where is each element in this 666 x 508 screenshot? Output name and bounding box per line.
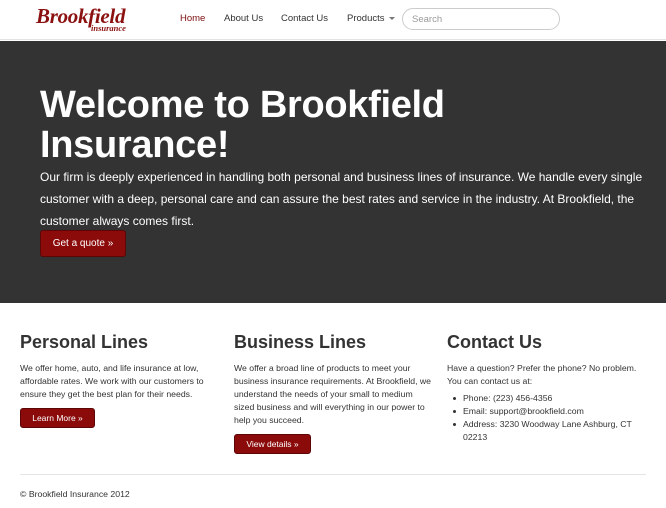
nav-item-contact-us[interactable]: Contact Us: [281, 12, 328, 26]
contact-us-text: Have a question? Prefer the phone? No pr…: [447, 363, 637, 386]
nav-item-products-label: Products: [347, 13, 385, 24]
view-details-button[interactable]: View details »: [234, 434, 311, 454]
brand-tagline: insurance: [91, 23, 126, 33]
brand-logo[interactable]: Brookfield insurance: [36, 5, 136, 35]
top-navbar: Brookfield insurance Home About Us Conta…: [0, 0, 666, 40]
personal-lines-section: Personal Lines We offer home, auto, and …: [20, 330, 220, 401]
get-quote-button[interactable]: Get a quote »: [40, 230, 126, 257]
contact-phone: Phone: (223) 456-4356: [447, 392, 647, 405]
business-lines-text: We offer a broad line of products to mee…: [234, 363, 432, 425]
business-lines-section: Business Lines We offer a broad line of …: [234, 330, 434, 427]
personal-lines-text: We offer home, auto, and life insurance …: [20, 363, 204, 399]
business-lines-title: Business Lines: [234, 332, 367, 352]
contact-us-title: Contact Us: [447, 332, 543, 352]
nav-item-products[interactable]: Products: [347, 12, 395, 26]
contact-list: Phone: (223) 456-4356 Email: support@bro…: [447, 392, 647, 444]
contact-us-section: Contact Us Have a question? Prefer the p…: [447, 330, 647, 444]
contact-address: Address: 3230 Woodway Lane Ashburg, CT 0…: [447, 418, 647, 444]
learn-more-button[interactable]: Learn More »: [20, 408, 95, 428]
personal-lines-title: Personal Lines: [20, 332, 149, 352]
nav-item-about-us[interactable]: About Us: [224, 12, 263, 26]
hero-banner: Welcome to Brookfield Insurance! Our fir…: [0, 41, 666, 303]
hero-title: Welcome to Brookfield Insurance!: [40, 84, 445, 166]
search-input[interactable]: [402, 8, 560, 30]
nav-item-home[interactable]: Home: [180, 12, 205, 26]
hero-text: Our firm is deeply experienced in handli…: [40, 170, 643, 228]
chevron-down-icon: [388, 16, 395, 20]
contact-email[interactable]: Email: support@brookfield.com: [447, 405, 647, 418]
footer-divider: [20, 474, 646, 475]
footer-copyright: © Brookfield Insurance 2012: [20, 489, 130, 499]
